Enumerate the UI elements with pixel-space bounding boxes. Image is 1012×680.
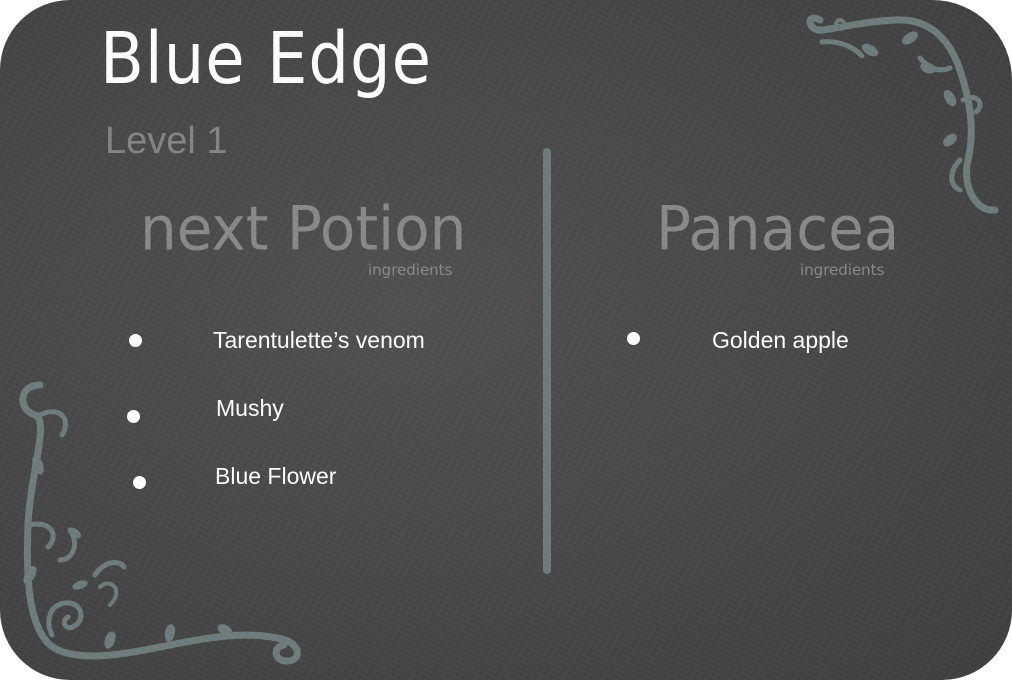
ingredient-label: Blue Flower (215, 463, 337, 489)
ingredient-item: Tarentulette’s venom (0, 325, 540, 355)
panacea-subheading: ingredients (800, 261, 885, 279)
ingredient-label: Mushy (216, 395, 284, 421)
bullet-dot (133, 476, 146, 489)
game-title: Blue Edge (100, 18, 433, 101)
ingredient-item: Golden apple (555, 325, 995, 355)
next-potion-heading: next Potion (140, 193, 467, 265)
potion-board: Blue Edge Level 1 next Potion ingredient… (0, 0, 1012, 680)
bullet-dot (129, 334, 142, 347)
panacea-heading: Panacea (656, 193, 900, 265)
level-label: Level 1 (105, 120, 228, 162)
bullet-dot (627, 332, 640, 345)
bullet-dot (127, 410, 140, 423)
ingredient-item: Blue Flower (0, 461, 540, 491)
ingredient-item: Mushy (0, 393, 540, 423)
ingredient-label: Golden apple (712, 327, 849, 353)
next-potion-subheading: ingredients (368, 261, 453, 279)
panel-divider (543, 148, 551, 574)
ingredient-label: Tarentulette’s venom (213, 327, 425, 353)
